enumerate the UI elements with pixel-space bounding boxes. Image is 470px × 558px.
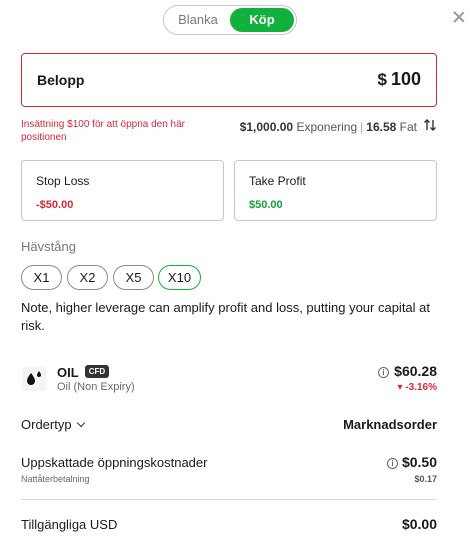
- available-value: $0.00: [401, 516, 437, 532]
- sell-tab[interactable]: Blanka: [167, 8, 229, 32]
- stop-loss-value: -$50.00: [36, 199, 74, 211]
- stop-loss-card[interactable]: Stop Loss -$50.00: [21, 160, 224, 221]
- take-profit-card[interactable]: Take Profit $50.00: [234, 160, 437, 221]
- divider: [21, 499, 437, 500]
- order-type-dropdown[interactable]: Ordertyp: [21, 417, 85, 432]
- estimated-cost-value: $0.50: [401, 454, 437, 470]
- instrument-symbol: OIL: [57, 365, 79, 380]
- estimated-cost-label: Uppskattade öppningskostnader: [21, 455, 208, 470]
- amount-number[interactable]: 100: [391, 69, 421, 89]
- stop-loss-label: Stop Loss: [36, 174, 90, 188]
- take-profit-value: $50.00: [249, 199, 283, 211]
- order-type-value: Marknadsorder: [343, 417, 437, 432]
- oil-drop-icon: [22, 367, 46, 391]
- chevron-down-icon: [76, 418, 85, 428]
- instrument-price: $60.28: [394, 363, 437, 379]
- leverage-title: Hävstång: [21, 239, 76, 254]
- units-value: 16.58: [366, 120, 397, 134]
- units-label: Fat: [399, 120, 417, 134]
- instrument-name: Oil (Non Expiry): [57, 381, 135, 393]
- amount-currency: $: [377, 70, 387, 89]
- cfd-badge: CFD: [85, 365, 109, 378]
- take-profit-label: Take Profit: [249, 174, 306, 188]
- amount-input[interactable]: Belopp $100: [21, 53, 437, 107]
- direction-toggle[interactable]: Blanka Köp: [163, 5, 297, 35]
- close-icon[interactable]: [452, 10, 466, 24]
- overnight-refund-label: Nattåterbetalning: [21, 474, 90, 484]
- leverage-x1-button[interactable]: X1: [21, 265, 62, 290]
- order-type-label: Ordertyp: [21, 417, 72, 432]
- instrument-change: ▾ -3.16%: [397, 382, 438, 393]
- amount-value[interactable]: $100: [377, 69, 421, 90]
- info-icon[interactable]: i: [378, 367, 389, 378]
- available-label: Tillgängliga USD: [21, 517, 118, 532]
- exposure-separator: |: [360, 120, 364, 134]
- amount-label: Belopp: [37, 72, 85, 88]
- leverage-x10-button[interactable]: X10: [158, 265, 201, 290]
- exposure-value: $1,000.00: [239, 120, 294, 134]
- instrument-change-value: -3.16%: [405, 382, 437, 393]
- swap-units-icon[interactable]: [423, 118, 437, 132]
- leverage-x2-button[interactable]: X2: [67, 265, 108, 290]
- deposit-warning: Insättning $100 för att öppna den här po…: [21, 119, 186, 143]
- buy-tab[interactable]: Köp: [230, 8, 294, 32]
- estimated-cost-info-icon[interactable]: i: [387, 458, 398, 469]
- leverage-x5-button[interactable]: X5: [113, 265, 154, 290]
- leverage-note: Note, higher leverage can amplify profit…: [21, 300, 431, 333]
- overnight-refund-value: $0.17: [414, 474, 437, 484]
- exposure-label: Exponering: [296, 120, 358, 134]
- exposure-info: $1,000.00 Exponering | 16.58 Fat: [240, 120, 417, 134]
